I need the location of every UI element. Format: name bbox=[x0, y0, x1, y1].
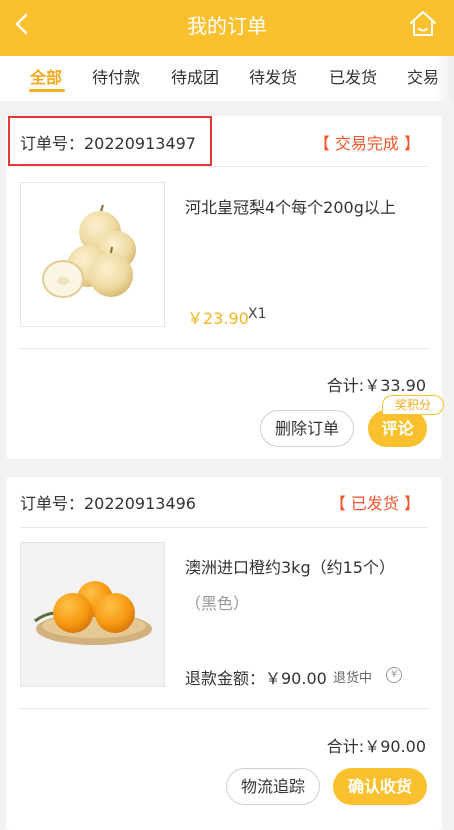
pear-image bbox=[42, 204, 136, 298]
review-button[interactable]: 评论 bbox=[368, 410, 427, 447]
tab-pending-payment[interactable]: 待付款 bbox=[92, 56, 140, 101]
tab-all[interactable]: 全部 bbox=[30, 56, 62, 101]
divider bbox=[20, 708, 428, 709]
header-bar: 我的订单 bbox=[0, 0, 454, 56]
tabs-scroll-fade bbox=[434, 56, 454, 101]
home-icon bbox=[410, 11, 436, 36]
product-variant: （黑色） bbox=[185, 594, 250, 613]
order-total: 合计:￥33.90 bbox=[326, 376, 426, 395]
refund-status: 退货中 bbox=[333, 671, 373, 686]
order-number: 订单号：20220913496 bbox=[20, 494, 196, 513]
order-card: 订单号：20220913497 【 交易完成 】 河北皇冠梨4个每个200g以上… bbox=[6, 116, 444, 459]
order-status: 【 交易完成 】 bbox=[313, 134, 420, 153]
page-title: 我的订单 bbox=[187, 14, 267, 38]
product-price: ￥23.90 bbox=[187, 309, 249, 328]
tab-shipped[interactable]: 已发货 bbox=[329, 56, 377, 101]
tab-pending-group[interactable]: 待成团 bbox=[171, 56, 219, 101]
order-card: 订单号：20220913496 【 已发货 】 澳洲进口橙约3kg（约15个） … bbox=[6, 477, 442, 830]
product-name[interactable]: 河北皇冠梨4个每个200g以上 bbox=[185, 196, 425, 220]
home-button[interactable] bbox=[408, 9, 438, 39]
yen-circle-icon[interactable]: ¥ bbox=[386, 667, 402, 683]
track-shipment-button[interactable]: 物流追踪 bbox=[226, 768, 320, 805]
divider bbox=[20, 527, 428, 528]
order-number: 订单号：20220913497 bbox=[20, 134, 196, 153]
product-image[interactable] bbox=[20, 542, 165, 687]
refund-amount: 退款金额：￥90.00 bbox=[185, 669, 327, 688]
active-tab-indicator bbox=[29, 89, 65, 92]
delete-order-button[interactable]: 删除订单 bbox=[260, 410, 354, 447]
points-reward-badge: 奖积分 bbox=[382, 395, 444, 415]
product-quantity: X1 bbox=[248, 306, 267, 322]
product-image[interactable] bbox=[20, 182, 165, 327]
product-name[interactable]: 澳洲进口橙约3kg（约15个） bbox=[185, 556, 425, 580]
confirm-receipt-button[interactable]: 确认收货 bbox=[333, 768, 427, 805]
order-total: 合计:￥90.00 bbox=[326, 737, 426, 756]
order-status: 【 已发货 】 bbox=[329, 494, 420, 513]
divider bbox=[20, 166, 428, 167]
tab-pending-shipment[interactable]: 待发货 bbox=[249, 56, 297, 101]
orange-image bbox=[21, 543, 164, 686]
divider bbox=[20, 348, 428, 349]
order-tabs: 全部 待付款 待成团 待发货 已发货 交易 bbox=[0, 56, 454, 101]
